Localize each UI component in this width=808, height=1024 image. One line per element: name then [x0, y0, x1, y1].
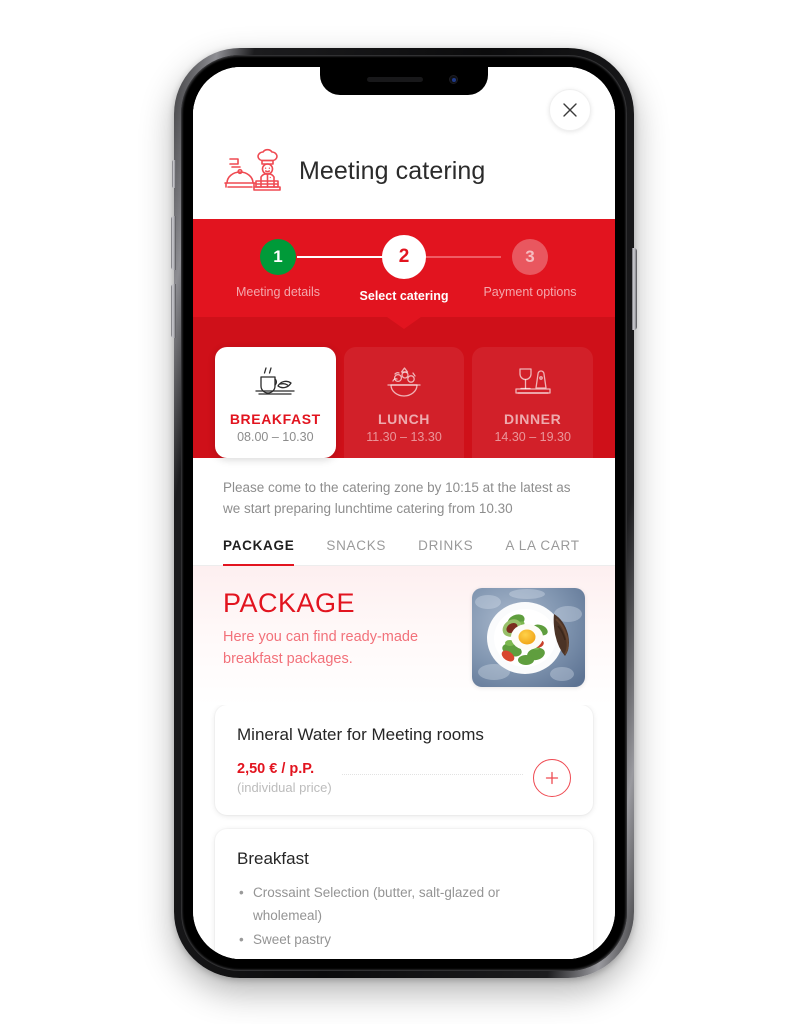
product-price-row: 2,50 € / p.P. (individual price) — [237, 758, 571, 797]
earpiece-speaker-icon — [367, 77, 423, 82]
meal-name-breakfast: BREAKFAST — [229, 411, 321, 427]
product-item: Sweet pastry — [237, 928, 571, 952]
meal-time-dinner: 14.30 – 19.30 — [494, 430, 571, 444]
stepper-steps: 1 Meeting details 2 Select catering 3 Pa… — [193, 235, 615, 303]
close-icon — [563, 103, 577, 117]
meal-tab-lunch[interactable]: LUNCH 11.30 – 13.30 — [343, 347, 465, 458]
close-button[interactable] — [549, 89, 591, 131]
stepper-step-payment-options[interactable]: 3 Payment options — [475, 239, 585, 299]
product-title: Breakfast — [237, 848, 309, 868]
step-label-3: Payment options — [483, 285, 577, 299]
volume-down-button[interactable] — [171, 284, 176, 338]
step-label-2: Select catering — [359, 289, 449, 303]
meal-tabs: BREAKFAST 08.00 – 10.30 LUNCH 11.30 – 13… — [215, 347, 594, 458]
step-label-1: Meeting details — [235, 285, 321, 299]
volume-up-button[interactable] — [171, 216, 176, 270]
product-item: Crossaint Selection (butter, salt-glazed… — [237, 881, 571, 928]
product-card-breakfast[interactable]: Breakfast Crossaint Selection (butter, s… — [215, 828, 593, 959]
meal-selector-band: BREAKFAST 08.00 – 10.30 LUNCH 11.30 – 13… — [193, 317, 615, 458]
silence-switch[interactable] — [172, 160, 176, 188]
product-title: Mineral Water for Meeting rooms — [237, 724, 484, 744]
product-price-note: (individual price) — [237, 779, 332, 795]
price-column: 2,50 € / p.P. (individual price) — [237, 761, 332, 795]
add-product-button[interactable] — [533, 758, 571, 797]
meal-name-lunch: LUNCH — [378, 411, 430, 427]
step-number-2: 2 — [382, 235, 426, 279]
power-button[interactable] — [632, 248, 637, 330]
catering-app: Meeting catering 1 Meeting details 2 Sel… — [193, 67, 615, 959]
package-hero: PACKAGE Here you can find ready-made bre… — [193, 565, 615, 705]
phone-bezel: Meeting catering 1 Meeting details 2 Sel… — [181, 55, 627, 971]
plus-icon — [545, 771, 559, 784]
phone-notch — [320, 67, 488, 95]
step-number-1: 1 — [260, 239, 296, 275]
step-number-3: 3 — [512, 239, 548, 275]
tab-snacks[interactable]: SNACKS — [326, 538, 386, 565]
meal-time-lunch: 11.30 – 13.30 — [366, 430, 442, 444]
product-price: 2,50 € / p.P. — [237, 760, 315, 777]
dotted-leader — [341, 774, 523, 776]
salad-bowl-icon — [348, 363, 461, 403]
page-title: Meeting catering — [299, 156, 486, 185]
stepper-step-meeting-details[interactable]: 1 Meeting details — [223, 239, 333, 299]
tab-a-la-cart[interactable]: A LA CART — [505, 538, 579, 565]
meal-tab-dinner[interactable]: DINNER 14.30 – 19.30 — [472, 347, 594, 458]
meal-name-dinner: DINNER — [504, 411, 562, 427]
product-item-list: Crossaint Selection (butter, salt-glazed… — [237, 881, 571, 952]
tab-drinks[interactable]: DRINKS — [418, 538, 473, 565]
tab-package[interactable]: PACKAGE — [223, 538, 295, 567]
coffee-croissant-icon — [219, 363, 332, 403]
package-hero-text: PACKAGE Here you can find ready-made bre… — [223, 588, 438, 671]
meal-time-breakfast: 08.00 – 10.30 — [237, 430, 314, 444]
stepper-pointer-notch — [387, 317, 421, 329]
product-card-mineral-water[interactable]: Mineral Water for Meeting rooms 2,50 € /… — [215, 704, 593, 815]
front-camera-icon — [449, 75, 458, 84]
meal-tab-breakfast[interactable]: BREAKFAST 08.00 – 10.30 — [215, 347, 336, 458]
breakfast-plate-photo — [472, 587, 585, 687]
catering-info-note: Please come to the catering zone by 10:1… — [223, 480, 571, 516]
wine-glass-plate-icon — [476, 363, 589, 403]
phone-screen: Meeting catering 1 Meeting details 2 Sel… — [193, 67, 615, 959]
package-subtitle: Here you can find ready-made breakfast p… — [223, 628, 419, 667]
progress-stepper: 1 Meeting details 2 Select catering 3 Pa… — [193, 219, 615, 317]
product-list: Mineral Water for Meeting rooms 2,50 € /… — [193, 704, 615, 959]
chef-catering-icon — [224, 148, 281, 191]
stepper-connector-1-2 — [297, 256, 393, 258]
title-row: Meeting catering — [223, 143, 485, 199]
package-heading: PACKAGE — [223, 587, 356, 618]
category-tabs: PACKAGE SNACKS DRINKS A LA CART — [193, 520, 615, 567]
phone-frame: Meeting catering 1 Meeting details 2 Sel… — [171, 48, 637, 978]
stepper-step-select-catering[interactable]: 2 Select catering — [349, 235, 459, 303]
